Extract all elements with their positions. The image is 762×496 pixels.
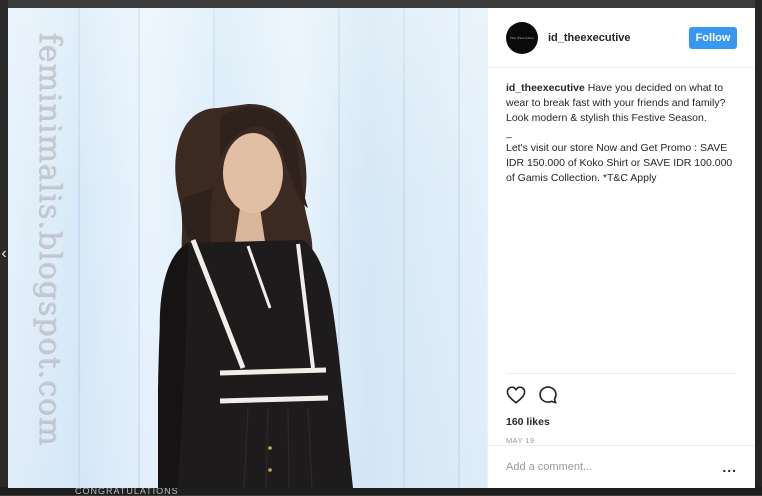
post-photo: feminimalis.blogspot.com	[8, 8, 487, 488]
heart-icon[interactable]	[506, 386, 526, 404]
username-link[interactable]: id_theexecutive	[548, 32, 689, 44]
previous-post-button[interactable]: ‹	[0, 242, 8, 266]
avatar[interactable]: The Executive	[506, 21, 538, 54]
caption-author-link[interactable]: id_theexecutive	[506, 82, 585, 94]
avatar-logo-text: The Executive	[509, 35, 535, 40]
comment-input[interactable]	[506, 461, 723, 473]
caption-line: _	[506, 127, 512, 139]
watermark-text: feminimalis.blogspot.com	[32, 32, 68, 446]
watermark: feminimalis.blogspot.com	[32, 24, 68, 454]
caption-line: Look modern & stylish this Festive Seaso…	[506, 112, 707, 124]
caption-line: Let's visit our store Now and Get Promo …	[506, 142, 733, 184]
background-feed-right	[755, 0, 762, 495]
post-header: The Executive id_theexecutive Follow	[488, 8, 755, 68]
more-options-icon[interactable]: ...	[722, 460, 737, 474]
model-figure	[158, 103, 353, 488]
comment-icon[interactable]	[538, 385, 558, 405]
post-actions: 160 likes MAY 19	[506, 373, 737, 445]
post-sidebar: The Executive id_theexecutive Follow id_…	[487, 8, 755, 488]
chevron-left-icon: ‹	[1, 245, 7, 262]
post-modal: feminimalis.blogspot.com The Executive i…	[8, 8, 755, 488]
comment-box: ...	[488, 445, 755, 488]
follow-button[interactable]: Follow	[689, 26, 737, 49]
action-icons	[506, 384, 737, 406]
likes-count[interactable]: 160 likes	[506, 416, 737, 428]
post-date: MAY 19	[506, 436, 535, 445]
post-caption: id_theexecutive Have you decided on what…	[488, 68, 755, 186]
